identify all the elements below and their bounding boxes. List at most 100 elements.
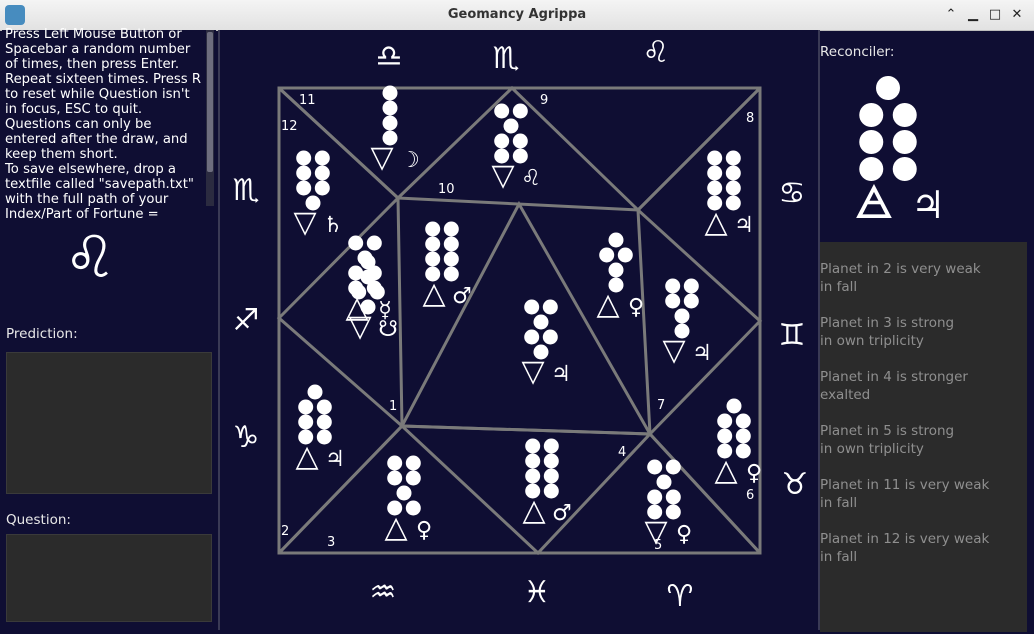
element-symbol: △: [384, 510, 407, 545]
instructions-scrollbar[interactable]: [206, 30, 214, 206]
figure-dot: [443, 266, 459, 282]
figure-dot: [717, 428, 733, 444]
reconciler-label: Reconciler:: [820, 44, 895, 60]
figure-dot: [512, 133, 528, 149]
figure-dot: [525, 453, 541, 469]
element-symbol: ▽: [293, 205, 316, 240]
planet-symbol: ♂: [552, 501, 572, 526]
figure-dot: [396, 485, 412, 501]
element-symbol: ▽: [491, 158, 514, 193]
figure-dot: [314, 165, 330, 181]
outer-zodiac-signs: ♎ ♏ ♌ ♒ ♓ ♈ ♏ ♐ ♑ ♋ ♊ ♉: [233, 35, 809, 614]
geomantic-figure: △ ♀: [596, 232, 644, 322]
house-number: 4: [618, 445, 626, 460]
figure-dot: [665, 459, 681, 475]
result-line: Planet in 2 is very weak in fall: [820, 261, 981, 295]
figure-dot: [608, 232, 624, 248]
figure-dot: [735, 413, 751, 429]
house-number: 3: [327, 535, 335, 550]
figure-dot: [656, 474, 672, 490]
element-symbol: ▽: [662, 333, 685, 368]
figure-dot: [298, 414, 314, 430]
figure-dot: [707, 180, 723, 196]
figure-dot: [892, 157, 917, 181]
figure-dot: [525, 438, 541, 454]
element-symbol: △: [596, 287, 619, 322]
figure-dot: [726, 398, 742, 414]
figure-dot: [543, 483, 559, 499]
geomantic-figure: ▽ ♌: [491, 103, 541, 193]
figure-dot: [405, 500, 421, 516]
figure-dot: [524, 299, 540, 315]
zodiac-sign-right: ♉: [782, 467, 809, 502]
element-symbol: ▽: [521, 354, 544, 389]
figure-dot: [725, 165, 741, 181]
planet-symbol: ♀: [746, 461, 762, 486]
result-line: Planet in 4 is stronger exalted: [820, 369, 968, 403]
geomancy-chart-board: 1 2 3 4 5 6 7 8 9 10 11 12 ♎ ♏ ♌ ♒ ♓ ♈ ♏ ♐ ♑ ♋ ♊ ♉ ▽ ☋ △ ♃ △ ♀ △ ♂ ▽ ♀ △…: [218, 30, 820, 630]
planet-symbol: ♌: [521, 166, 541, 191]
result-line: Planet in 3 is strong in own triplicity: [820, 315, 955, 349]
figure-dot: [314, 180, 330, 196]
figure-dot: [443, 251, 459, 267]
house-number: 7: [657, 398, 665, 413]
figure-dot: [542, 329, 558, 345]
app-window: Geomancy Agrippa ⌃ ▁ □ ✕ Press Left Mous…: [0, 0, 1034, 634]
figure-dot: [425, 236, 441, 252]
index-symbol: ♌: [64, 223, 116, 291]
planet-symbol: ☽: [400, 148, 420, 173]
figure-dot: [892, 130, 917, 154]
figure-dot: [892, 103, 917, 127]
figure-dot: [494, 103, 510, 119]
figure-dot: [382, 115, 398, 131]
element-symbol: 🜁: [854, 175, 894, 229]
house-number: 2: [281, 524, 289, 539]
figure-dot: [316, 414, 332, 430]
maximize-button[interactable]: □: [986, 6, 1004, 24]
zodiac-sign-right: ♊: [779, 318, 806, 353]
element-symbol: ▽: [370, 140, 393, 175]
element-symbol: △: [522, 493, 545, 528]
element-symbol: ▽: [644, 514, 667, 549]
figure-dot: [707, 165, 723, 181]
figure-dot: [665, 504, 681, 520]
zodiac-sign-bottom: ♓: [524, 575, 551, 610]
chart-svg: 123456789101112 ♎ ♏ ♌♒ ♓ ♈♏♐♑♋♊♉ ▽ ☋△ ♃△ ♀△ ♂▽ ♀△…: [233, 35, 809, 614]
geomantic-figure: △ ♀: [714, 398, 762, 488]
planet-symbol: ♃: [734, 213, 754, 238]
figure-dot: [543, 453, 559, 469]
question-input[interactable]: [6, 534, 212, 622]
figure-dot: [533, 314, 549, 330]
geomantic-figure: 🜁 ♃: [854, 76, 945, 229]
figure-dot: [366, 265, 382, 281]
prediction-field[interactable]: [6, 352, 212, 494]
planet-symbol: ♄: [323, 213, 343, 238]
minimize-button[interactable]: ▁: [964, 6, 982, 24]
planet-symbol: ♀: [416, 518, 432, 543]
figure-dot: [425, 251, 441, 267]
figure-dot: [665, 278, 681, 294]
result-line: Planet in 5 is strong in own triplicity: [820, 423, 955, 457]
instructions-text: Press Left Mouse Button or Spacebar a ra…: [5, 27, 202, 222]
result-line: Planet in 12 is very weak in fall: [820, 531, 990, 565]
figure-dot: [599, 247, 615, 263]
figure-dot: [296, 180, 312, 196]
zodiac-sign-top: ♎: [376, 39, 403, 74]
pin-button[interactable]: ⌃: [942, 6, 960, 24]
figure-dot: [357, 250, 373, 266]
close-button[interactable]: ✕: [1008, 6, 1026, 24]
scrollbar-thumb[interactable]: [207, 32, 213, 172]
geomantic-figure: △ ♂: [422, 221, 472, 311]
geomantic-figure: △ ♂: [522, 438, 572, 528]
figure-dot: [876, 76, 900, 100]
geomantic-figure: ▽ ♃: [662, 278, 712, 368]
figure-dot: [405, 470, 421, 486]
figure-dot: [543, 438, 559, 454]
zodiac-sign-top: ♏: [493, 41, 520, 76]
figure-dot: [382, 85, 398, 101]
house-number: 12: [281, 119, 298, 134]
figure-dot: [316, 399, 332, 415]
figure-dot: [387, 470, 403, 486]
figure-dot: [314, 150, 330, 166]
window-title: Geomancy Agrippa: [447, 7, 587, 22]
